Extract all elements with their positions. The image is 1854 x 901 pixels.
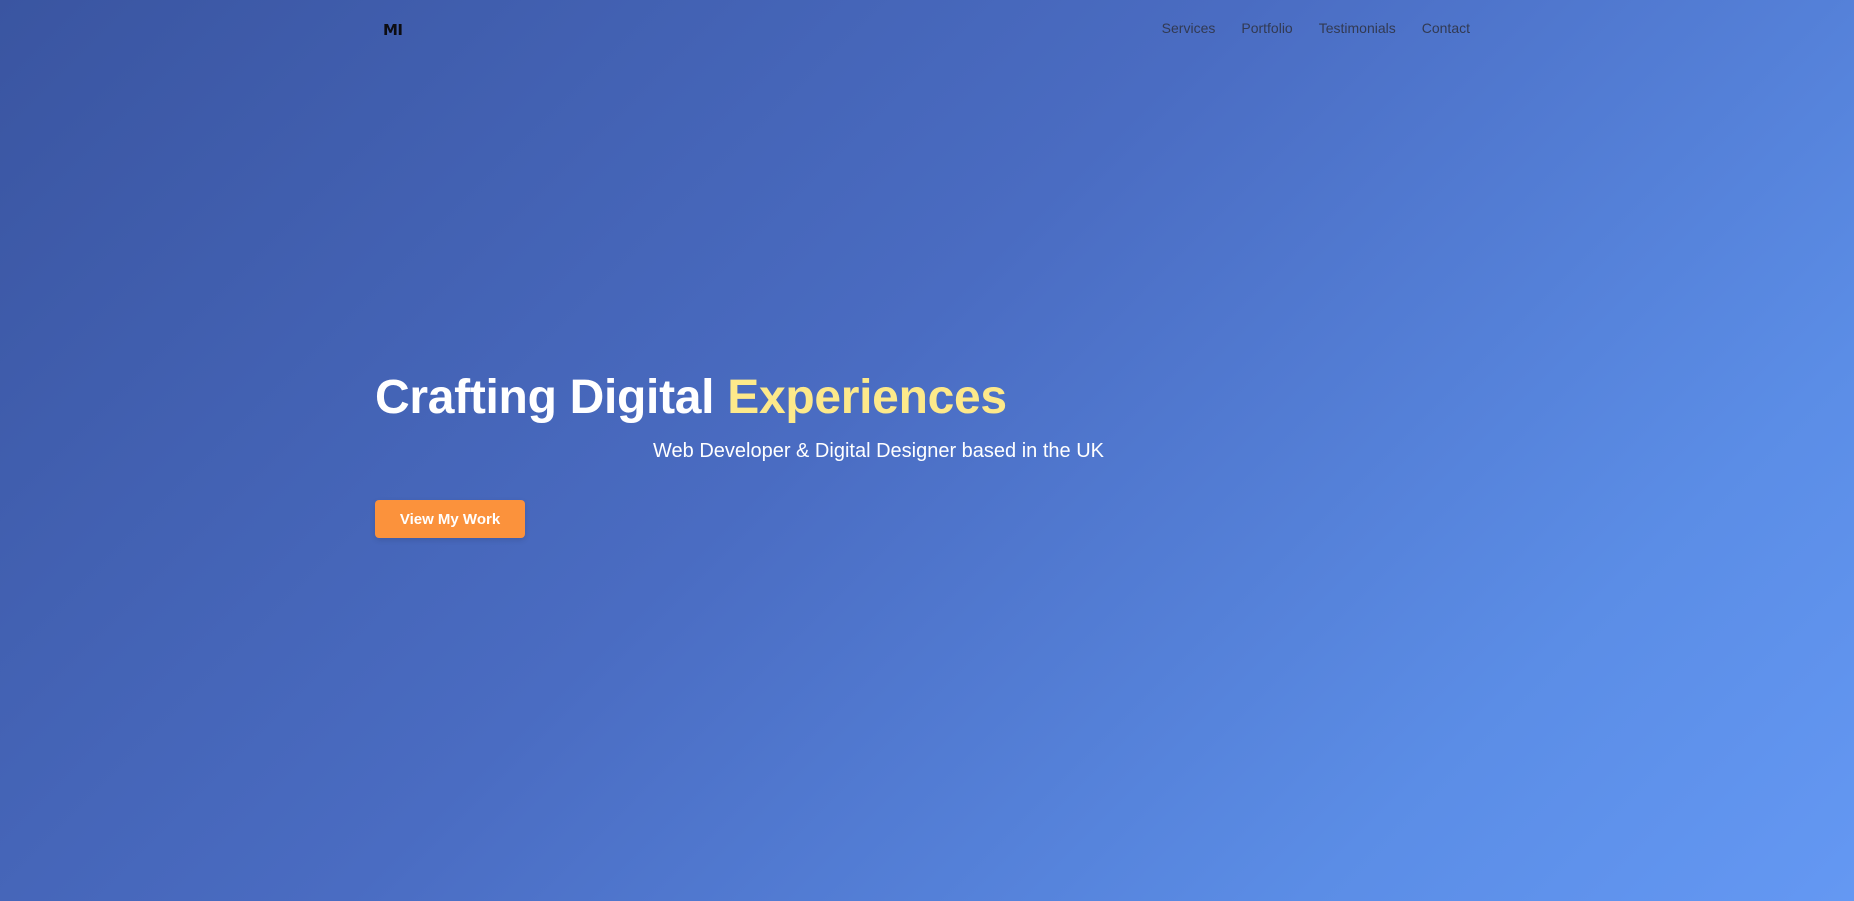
hero-subtitle: Web Developer & Digital Designer based i… [653, 440, 1104, 462]
top-nav: MI Services Portfolio Testimonials Conta… [375, 0, 1470, 60]
nav-links: Services Portfolio Testimonials Contact [1162, 20, 1470, 36]
logo-text[interactable]: MI [383, 21, 403, 39]
nav-link-services[interactable]: Services [1162, 20, 1216, 36]
site-logo[interactable]: MI [383, 21, 403, 39]
hero-title-main: Crafting Digital [375, 371, 728, 424]
hero-section: Crafting Digital Experiences Web Develop… [375, 368, 1475, 538]
view-my-work-button[interactable]: View My Work [375, 500, 525, 538]
nav-link-testimonials[interactable]: Testimonials [1319, 20, 1396, 36]
nav-link-portfolio[interactable]: Portfolio [1241, 20, 1292, 36]
hero-title: Crafting Digital Experiences [375, 368, 1475, 428]
nav-link-contact[interactable]: Contact [1422, 20, 1470, 36]
hero-title-accent: Experiences [727, 371, 1007, 424]
